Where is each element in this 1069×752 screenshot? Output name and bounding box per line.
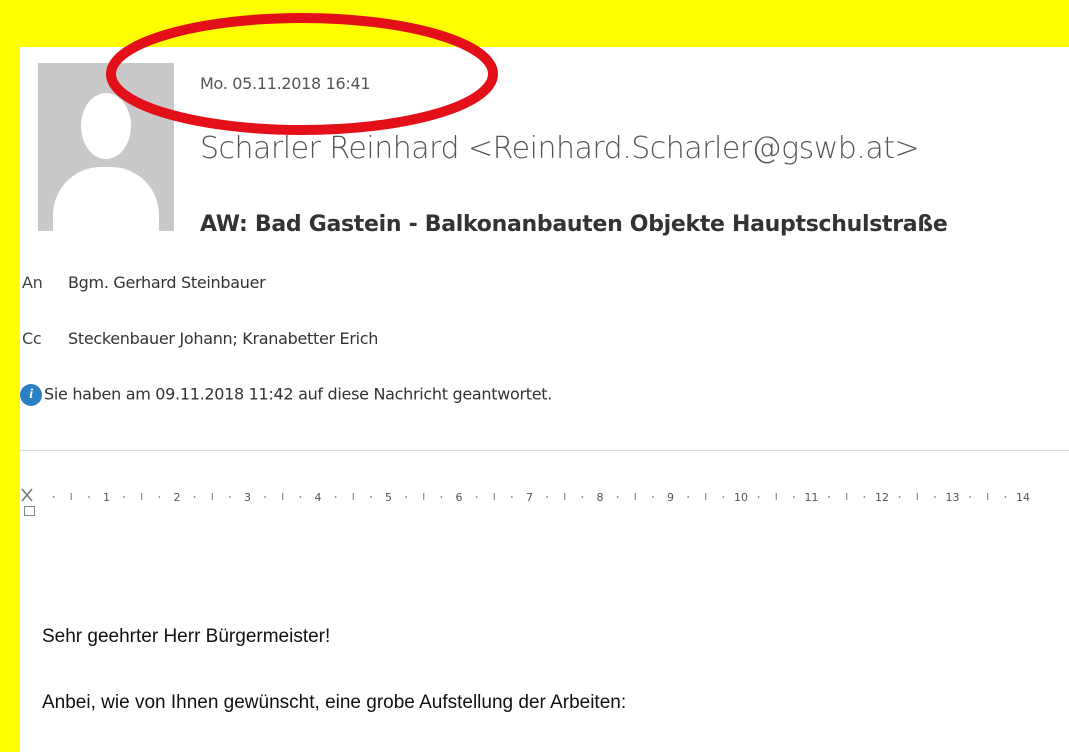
ruler-scale: 1 2 3 4 5 6 7 8 9 10 11 12 13 14 xyxy=(52,491,1030,504)
indent-marker-icon[interactable] xyxy=(24,506,35,516)
cc-row: Cc Steckenbauer Johann; Kranabetter Erich xyxy=(22,329,378,348)
ruler-quarter-tick xyxy=(510,496,513,498)
ruler-tick-label: 13 xyxy=(946,491,960,504)
to-label: An xyxy=(22,273,43,292)
ruler-quarter-tick xyxy=(87,496,90,498)
ruler-tick-label: 6 xyxy=(456,491,463,504)
ruler-quarter-tick xyxy=(616,496,619,498)
ruler-quarter-tick xyxy=(898,496,901,498)
message-panel: Mo. 05.11.2018 16:41 Scharler Reinhard <… xyxy=(20,47,1069,752)
ruler-quarter-tick xyxy=(828,496,831,498)
ruler-quarter-tick xyxy=(193,496,196,498)
ruler-tick-label: 12 xyxy=(875,491,889,504)
cc-recipients[interactable]: Steckenbauer Johann; Kranabetter Erich xyxy=(68,329,378,348)
red-highlight-ellipse xyxy=(106,13,498,135)
message-subject: AW: Bad Gastein - Balkonanbauten Objekte… xyxy=(200,212,948,237)
info-icon: i xyxy=(20,384,42,406)
to-recipient[interactable]: Bgm. Gerhard Steinbauer xyxy=(68,273,266,292)
ruler[interactable]: 1 2 3 4 5 6 7 8 9 10 11 12 13 14 xyxy=(20,488,1069,506)
ruler-quarter-tick xyxy=(158,496,161,498)
body-line: Anbei, wie von Ihnen gewünscht, eine gro… xyxy=(42,692,627,713)
ruler-quarter-tick xyxy=(546,496,549,498)
reply-info-bar: i Sie haben am 09.11.2018 11:42 auf diese… xyxy=(20,384,552,406)
ruler-quarter-tick xyxy=(863,496,866,498)
ruler-quarter-tick xyxy=(581,496,584,498)
ruler-quarter-tick xyxy=(264,496,267,498)
ruler-tick-label: 5 xyxy=(385,491,392,504)
ruler-quarter-tick xyxy=(475,496,478,498)
ruler-quarter-tick xyxy=(757,496,760,498)
ruler-tick-label: 11 xyxy=(805,491,819,504)
ruler-tick-label: 2 xyxy=(174,491,181,504)
ruler-quarter-tick xyxy=(969,496,972,498)
header-divider xyxy=(20,450,1069,451)
to-row: An Bgm. Gerhard Steinbauer xyxy=(22,273,266,292)
ruler-tick-label: 1 xyxy=(103,491,110,504)
ruler-quarter-tick xyxy=(123,496,126,498)
body-greeting: Sehr geehrter Herr Bürgermeister! xyxy=(42,626,331,647)
ruler-quarter-tick xyxy=(651,496,654,498)
avatar-body xyxy=(53,167,159,231)
ruler-quarter-tick xyxy=(933,496,936,498)
ruler-tick-label: 9 xyxy=(667,491,674,504)
ruler-tick-label: 3 xyxy=(244,491,251,504)
ruler-tick-label: 10 xyxy=(734,491,748,504)
ruler-quarter-tick xyxy=(1004,496,1007,498)
ruler-quarter-tick xyxy=(722,496,725,498)
ruler-tick-label: 8 xyxy=(597,491,604,504)
ruler-tick-label: 4 xyxy=(315,491,322,504)
ruler-quarter-tick xyxy=(52,496,55,498)
reply-info-text: Sie haben am 09.11.2018 11:42 auf diese … xyxy=(44,384,553,404)
ruler-tick-label: 14 xyxy=(1016,491,1030,504)
ruler-quarter-tick xyxy=(405,496,408,498)
ruler-quarter-tick xyxy=(440,496,443,498)
ruler-quarter-tick xyxy=(228,496,231,498)
ruler-quarter-tick xyxy=(792,496,795,498)
ruler-tick-label: 7 xyxy=(526,491,533,504)
ruler-quarter-tick xyxy=(334,496,337,498)
ruler-quarter-tick xyxy=(687,496,690,498)
ruler-quarter-tick xyxy=(369,496,372,498)
cc-label: Cc xyxy=(22,329,42,348)
ruler-quarter-tick xyxy=(299,496,302,498)
